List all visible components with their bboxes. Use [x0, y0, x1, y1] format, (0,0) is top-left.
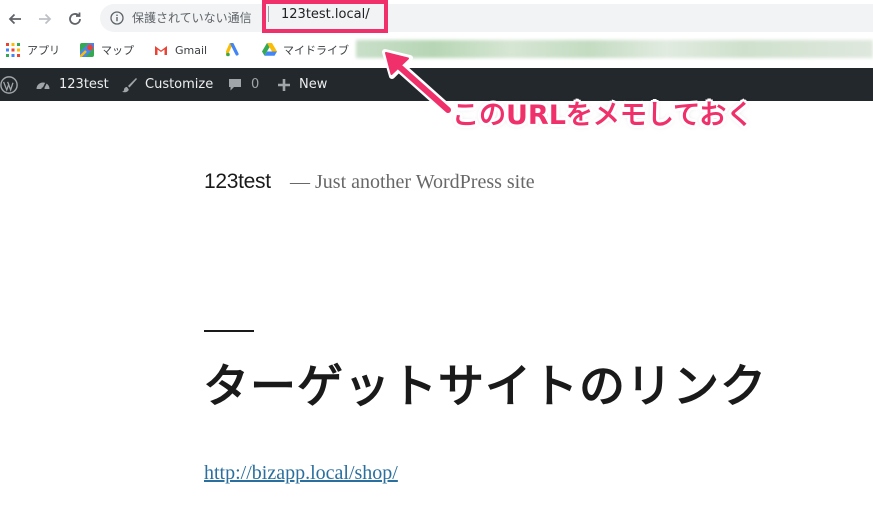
back-button[interactable]	[4, 8, 26, 30]
bookmark-apps[interactable]: アプリ	[6, 42, 60, 58]
address-bar[interactable]: 保護されていない通信	[100, 4, 873, 32]
dashboard-gauge-icon	[36, 82, 50, 91]
customize-label: Customize	[145, 77, 214, 92]
comments-count: 0	[251, 77, 260, 92]
new-content-menu[interactable]: New	[277, 68, 327, 101]
drive-icon	[262, 43, 277, 57]
paintbrush-icon	[122, 77, 137, 92]
annotation-text: このURLをメモしておく	[452, 100, 754, 131]
wordpress-logo-icon	[0, 75, 18, 94]
bookmark-ads[interactable]	[224, 42, 247, 58]
new-label: New	[299, 77, 328, 92]
site-description: — Just another WordPress site	[290, 171, 535, 193]
apps-grid-icon	[6, 43, 20, 57]
comment-bubble-icon	[229, 78, 241, 90]
ads-icon	[224, 42, 240, 57]
comments-link[interactable]: 0	[227, 68, 259, 101]
bookmark-drive[interactable]: マイドライブ	[262, 42, 349, 58]
bookmark-label: アプリ	[27, 44, 60, 57]
forward-arrow-icon	[39, 13, 52, 25]
site-name-label: 123test	[59, 77, 109, 92]
customize-link[interactable]: Customize	[121, 68, 213, 101]
gmail-icon	[154, 43, 168, 57]
url-separator	[268, 6, 269, 22]
bookmark-label: マップ	[101, 44, 134, 57]
maps-icon	[79, 43, 94, 58]
wp-logo-menu[interactable]	[0, 68, 26, 101]
site-title[interactable]: 123test	[204, 170, 271, 194]
reload-button[interactable]	[64, 8, 86, 30]
bookmark-label: マイドライブ	[283, 44, 349, 57]
bookmark-label: Gmail	[175, 43, 208, 57]
back-arrow-icon	[8, 13, 21, 25]
url-text[interactable]: 123test.local/	[281, 7, 370, 23]
plus-icon	[278, 78, 290, 91]
reload-icon	[69, 12, 81, 25]
title-separator	[204, 330, 254, 332]
entry-title: ターゲットサイトのリンク	[203, 359, 767, 413]
forward-button[interactable]	[34, 8, 56, 30]
info-icon[interactable]	[110, 11, 124, 25]
security-status-label: 保護されていない通信	[132, 11, 252, 25]
bookmark-gmail[interactable]: Gmail	[154, 42, 207, 58]
browser-toolbar: 保護されていない通信 123test.local/	[0, 0, 873, 36]
target-site-link[interactable]: http://bizapp.local/shop/	[204, 462, 398, 485]
site-name-menu[interactable]: 123test	[35, 68, 109, 101]
bookmark-maps[interactable]: マップ	[79, 42, 134, 58]
